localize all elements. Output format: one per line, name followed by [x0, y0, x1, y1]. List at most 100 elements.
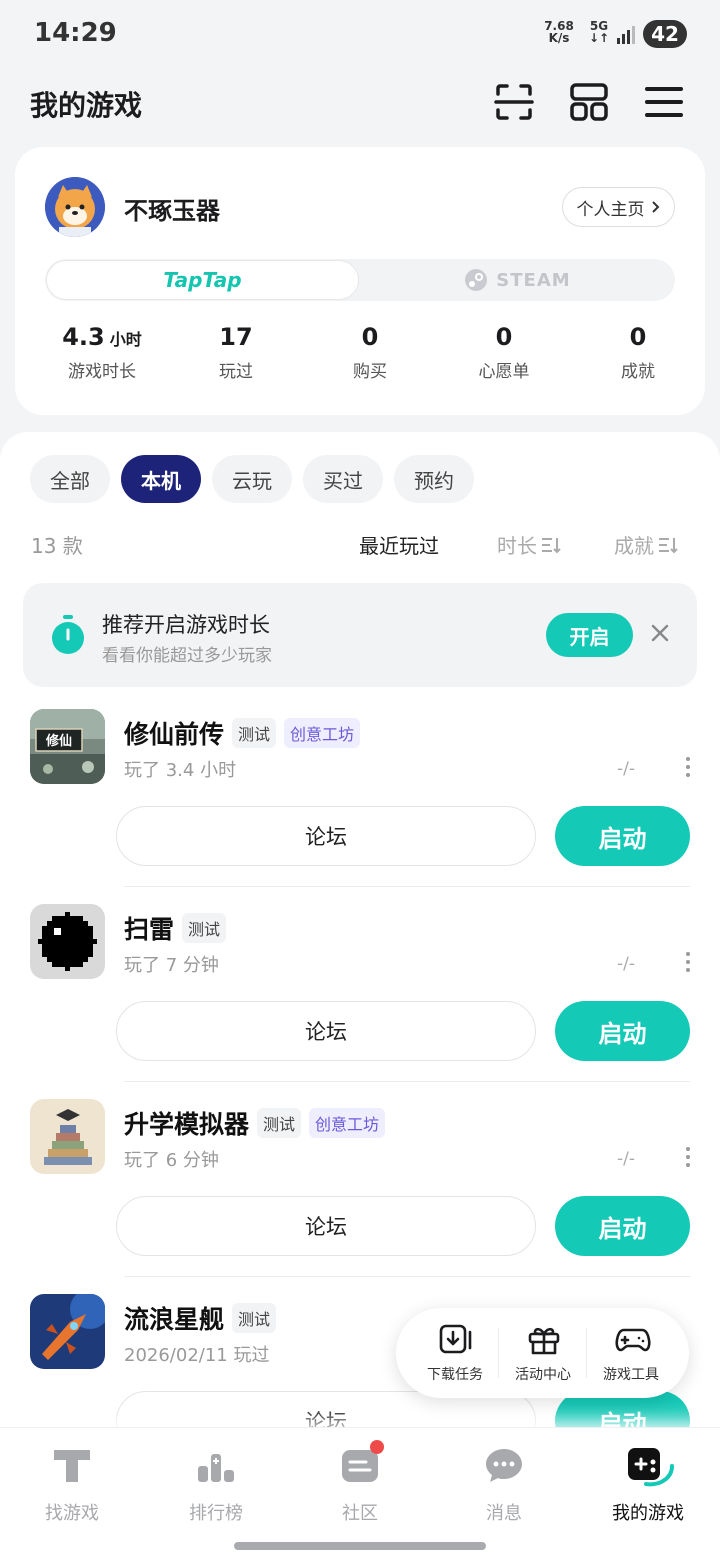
divider	[124, 886, 690, 887]
game-name[interactable]: 升学模拟器	[124, 1105, 249, 1141]
achievement-ratio: -/-	[617, 1149, 635, 1169]
download-icon	[439, 1324, 472, 1354]
nav-find-games[interactable]: 找游戏	[0, 1428, 144, 1538]
recommendation-banner: 推荐开启游戏时长 看看你能超过多少玩家 开启	[23, 583, 697, 687]
nav-community[interactable]: 社区	[288, 1428, 432, 1538]
platform-tab-taptap[interactable]: TapTap	[46, 260, 359, 300]
taptap-t-icon	[54, 1450, 90, 1482]
play-time: 玩了 7 分钟	[124, 955, 219, 976]
enable-playtime-button[interactable]: 开启	[546, 613, 633, 657]
game-title-row: 升学模拟器 测试 创意工坊	[124, 1105, 386, 1141]
page-title: 我的游戏	[30, 89, 143, 122]
recommendation-title: 推荐开启游戏时长	[102, 613, 270, 637]
gamepad-icon	[615, 1328, 651, 1352]
sort-icon	[542, 537, 561, 553]
menu-icon[interactable]	[642, 80, 686, 124]
tool-download-tasks[interactable]: 下载任务	[411, 1308, 499, 1398]
game-name[interactable]: 扫雷	[124, 910, 174, 946]
nav-messages[interactable]: 消息	[432, 1428, 576, 1538]
home-indicator	[234, 1542, 486, 1550]
launch-button[interactable]: 启动	[555, 1001, 690, 1061]
signal-icon	[617, 26, 635, 44]
message-icon	[486, 1449, 522, 1482]
tool-game-tools[interactable]: 游戏工具	[587, 1308, 675, 1398]
stat-played[interactable]: 17 玩过	[171, 323, 301, 382]
nav-my-games[interactable]: 我的游戏	[576, 1428, 720, 1538]
network-type: 5G ↓↑	[588, 19, 610, 45]
platform-tab-steam[interactable]: STEAM	[360, 259, 675, 301]
filter-chip-all[interactable]: 全部	[30, 455, 110, 503]
avatar[interactable]	[45, 177, 105, 237]
status-time: 14:29	[34, 18, 117, 48]
play-time: 玩了 6 分钟	[124, 1150, 219, 1171]
tag-workshop: 创意工坊	[284, 718, 361, 748]
game-icon-starship[interactable]	[30, 1294, 105, 1369]
sort-recent[interactable]: 最近玩过	[359, 530, 439, 559]
nav-ranking[interactable]: 排行榜	[144, 1428, 288, 1538]
game-item: 扫雷 测试 玩了 7 分钟 -/- 论坛 启动	[0, 904, 720, 1099]
game-title-row: 流浪星舰 测试	[124, 1300, 277, 1336]
game-icon-exam-sim[interactable]	[30, 1099, 105, 1174]
game-icon-text: 修仙	[45, 733, 72, 749]
achievement-ratio: -/-	[617, 954, 635, 974]
game-item: 修仙 修仙前传 测试 创意工坊 玩了 3.4 小时 -/- 论坛 启动	[0, 709, 720, 904]
game-item: 升学模拟器 测试 创意工坊 玩了 6 分钟 -/- 论坛 启动	[0, 1099, 720, 1294]
chevron-right-icon	[651, 201, 659, 213]
play-time: 玩了 3.4 小时	[124, 760, 237, 781]
game-name[interactable]: 流浪星舰	[124, 1300, 224, 1336]
more-vertical-icon[interactable]	[680, 1145, 696, 1169]
game-title-row: 扫雷 测试	[124, 910, 227, 946]
tool-event-center[interactable]: 活动中心	[499, 1308, 587, 1398]
scan-icon[interactable]	[492, 80, 536, 124]
launch-button[interactable]: 启动	[555, 1196, 690, 1256]
stat-play-time: 4.3 小时 游戏时长	[62, 323, 142, 382]
tag-test: 测试	[257, 1108, 302, 1138]
tag-test: 测试	[232, 1303, 277, 1333]
stat-wishlist[interactable]: 0 心愿单	[439, 323, 569, 382]
ranking-icon	[198, 1454, 234, 1482]
sort-duration[interactable]: 时长	[497, 530, 561, 559]
notification-badge	[370, 1440, 384, 1454]
filter-chip-cloud[interactable]: 云玩	[212, 455, 292, 503]
username: 不琢玉器	[124, 197, 220, 225]
stopwatch-icon	[52, 615, 84, 654]
more-vertical-icon[interactable]	[680, 950, 696, 974]
achievement-ratio: -/-	[617, 759, 635, 779]
play-time: 2026/02/11 玩过	[124, 1345, 270, 1366]
close-icon[interactable]	[648, 621, 672, 645]
forum-button[interactable]: 论坛	[116, 1196, 536, 1256]
recommendation-subtitle: 看看你能超过多少玩家	[102, 646, 272, 666]
quick-tools: 下载任务 活动中心 游戏工具	[396, 1308, 689, 1398]
tag-workshop: 创意工坊	[309, 1108, 386, 1138]
game-name[interactable]: 修仙前传	[124, 715, 224, 751]
battery-indicator: 42	[643, 20, 687, 48]
divider	[124, 1276, 690, 1277]
stat-purchased[interactable]: 0 购买	[305, 323, 435, 382]
sort-icon	[659, 537, 678, 553]
layout-grid-icon[interactable]	[567, 80, 611, 124]
sort-achievement[interactable]: 成就	[614, 530, 678, 559]
forum-button[interactable]: 论坛	[116, 1001, 536, 1061]
stat-achievements[interactable]: 0 成就	[573, 323, 703, 382]
launch-button[interactable]: 启动	[555, 806, 690, 866]
my-games-icon	[628, 1448, 674, 1487]
forum-button[interactable]: 论坛	[116, 806, 536, 866]
bottom-nav: 找游戏 排行榜 社区 消息 我的游戏	[0, 1427, 720, 1560]
game-icon-xiuxian[interactable]: 修仙	[30, 709, 105, 784]
profile-home-button[interactable]: 个人主页	[562, 187, 675, 227]
game-count: 13 款	[31, 534, 83, 558]
divider	[124, 1081, 690, 1082]
game-title-row: 修仙前传 测试 创意工坊	[124, 715, 361, 751]
filter-chip-reserved[interactable]: 预约	[394, 455, 474, 503]
tag-test: 测试	[182, 913, 227, 943]
network-speed: 7.68 K/s	[544, 19, 574, 45]
tag-test: 测试	[232, 718, 277, 748]
gift-icon	[528, 1327, 560, 1355]
more-vertical-icon[interactable]	[680, 755, 696, 779]
steam-icon	[465, 269, 488, 291]
game-icon-minesweeper[interactable]	[30, 904, 105, 979]
profile-card: 不琢玉器 个人主页 TapTap STEAM 4.3 小时 游戏时长 17 玩过…	[15, 147, 705, 415]
filter-chip-bought[interactable]: 买过	[303, 455, 383, 503]
platform-switch: TapTap STEAM	[45, 259, 675, 301]
filter-chip-local[interactable]: 本机	[121, 455, 201, 503]
